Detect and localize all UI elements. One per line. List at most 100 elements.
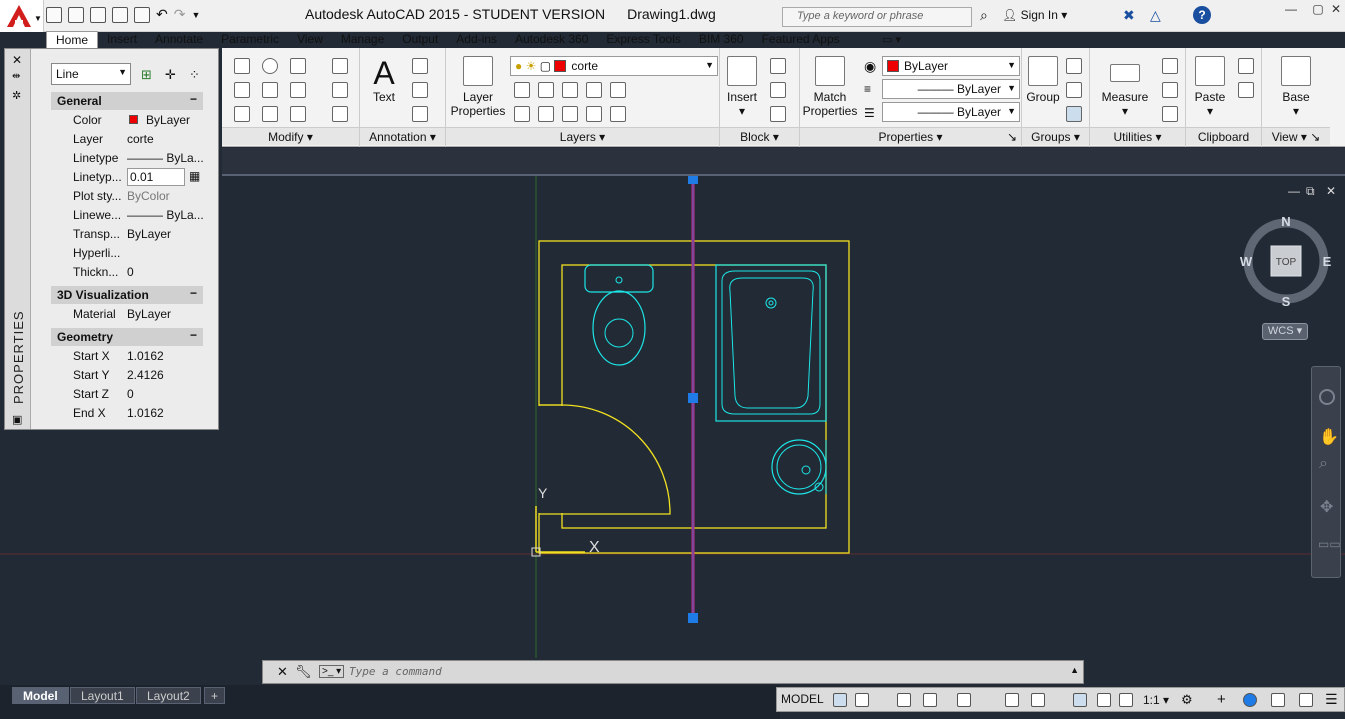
layer-lock-icon[interactable] [586, 82, 602, 98]
property-value[interactable]: ByColor [127, 189, 203, 203]
fillet-icon[interactable] [290, 82, 306, 98]
measure-button[interactable]: Measure ▾ [1096, 56, 1154, 118]
insert-button[interactable]: Insert ▾ [722, 56, 762, 118]
rotate-icon[interactable] [262, 58, 278, 74]
property-value[interactable]: 0 [127, 387, 203, 401]
property-value[interactable]: ByLayer [146, 113, 222, 127]
paste-button[interactable]: Paste ▾ [1190, 56, 1230, 118]
customization-menu-icon[interactable]: ☰ [1325, 691, 1338, 708]
property-row-linewe[interactable]: Linewe... ——— ByLa... [51, 206, 203, 225]
open-icon[interactable] [68, 6, 84, 23]
text-button[interactable]: A Text [368, 56, 400, 104]
erase-icon[interactable] [332, 58, 348, 74]
annotation-panel-title[interactable]: Annotation ▾ [360, 127, 445, 145]
property-row-transp[interactable]: Transp... ByLayer [51, 225, 203, 244]
property-row-plot-sty[interactable]: Plot sty... ByColor [51, 187, 203, 206]
layer-on-icon[interactable] [514, 106, 530, 122]
view-panel-title[interactable]: View ▾ ↘ [1262, 127, 1330, 145]
tab-express-tools[interactable]: Express Tools [597, 31, 689, 48]
edit-attributes-icon[interactable] [770, 106, 786, 122]
match-properties-button[interactable]: Match Properties [802, 56, 858, 118]
layer-unisolate-icon[interactable] [538, 106, 554, 122]
panel-options-icon[interactable]: ▭ ▾ [882, 33, 901, 46]
property-value[interactable]: 0.01 [127, 168, 185, 186]
move-icon[interactable] [234, 58, 250, 74]
steering-wheel-icon[interactable] [1319, 389, 1335, 405]
new-icon[interactable] [46, 6, 62, 23]
layers-panel-title[interactable]: Layers ▾ [446, 127, 719, 145]
utilities-panel-title[interactable]: Utilities ▾ [1090, 127, 1185, 145]
palette-settings-icon[interactable]: ✲ [12, 89, 21, 102]
grip-mid[interactable] [688, 393, 698, 403]
properties-panel-title[interactable]: Properties ▾ ↘ [800, 127, 1021, 145]
quick-select-icon[interactable]: ⁘ [189, 67, 200, 83]
toilet-tank[interactable] [584, 264, 654, 293]
layer-isolate-icon[interactable] [538, 82, 554, 98]
property-row-thickn[interactable]: Thickn... 0 [51, 263, 203, 282]
groups-panel-title[interactable]: Groups ▾ [1022, 127, 1089, 145]
tab-parametric[interactable]: Parametric [212, 31, 288, 48]
palette-close-icon[interactable]: ✕ [12, 53, 22, 67]
property-row-end-x[interactable]: End X 1.0162 [51, 404, 203, 423]
explode-icon[interactable] [332, 82, 348, 98]
tab-bim-360[interactable]: BIM 360 [690, 31, 753, 48]
viewport-restore-icon[interactable]: ⧉ [1306, 184, 1315, 199]
binoculars-icon[interactable]: ⌕ [980, 7, 988, 24]
property-row-linetyp[interactable]: Linetyp... ▦ 0.01 [51, 168, 203, 187]
property-row-color[interactable]: Color ByLayer [51, 111, 203, 130]
help-icon[interactable]: ? [1193, 6, 1211, 24]
trim-icon[interactable] [290, 58, 306, 74]
auto-scale-icon[interactable] [1097, 693, 1111, 707]
tab-add-ins[interactable]: Add-ins [447, 31, 506, 48]
copy-clip-icon[interactable] [1238, 82, 1254, 98]
copy-icon[interactable] [234, 82, 250, 98]
annotation-visibility-icon[interactable] [1073, 693, 1087, 707]
viewport-minimize-icon[interactable]: — [1288, 184, 1300, 198]
layer-unlock-icon[interactable] [586, 106, 602, 122]
annotation-monitor-icon[interactable]: + [1217, 691, 1226, 708]
tab-output[interactable]: Output [393, 31, 447, 48]
modify-panel-title[interactable]: Modify ▾ [222, 127, 359, 145]
toggle-pickadd-icon[interactable]: ⊞ [141, 67, 152, 83]
layer-freeze-icon[interactable] [562, 82, 578, 98]
tab-home[interactable]: Home [46, 31, 99, 48]
offset-icon[interactable] [332, 106, 348, 122]
tab-insert[interactable]: Insert [98, 31, 146, 48]
command-expand-icon[interactable]: ▲ [1070, 665, 1079, 675]
orbit-icon[interactable]: ✥ [1320, 497, 1333, 517]
save-as-icon[interactable] [112, 6, 128, 23]
group-edit-icon[interactable] [1066, 82, 1082, 98]
calculator-icon[interactable] [1162, 106, 1178, 122]
osnap-icon[interactable] [1031, 693, 1045, 707]
tab-autodesk-360[interactable]: Autodesk 360 [506, 31, 597, 48]
command-close-icon[interactable]: ✕ [277, 664, 288, 680]
edit-block-icon[interactable] [770, 82, 786, 98]
property-row-hyperli[interactable]: Hyperli... [51, 244, 203, 263]
ortho-icon[interactable] [897, 693, 911, 707]
viewport-close-icon[interactable]: ✕ [1326, 184, 1336, 198]
layer-off-icon[interactable] [514, 82, 530, 98]
select-objects-icon[interactable]: ✛ [165, 67, 176, 83]
layer-match-icon[interactable] [610, 82, 626, 98]
clean-screen-icon[interactable] [1299, 693, 1313, 707]
annotation-scale-icon[interactable] [1119, 693, 1133, 707]
dimension-icon[interactable] [412, 58, 428, 74]
base-button[interactable]: Base ▾ [1276, 56, 1316, 118]
layer-properties-button[interactable]: Layer Properties [450, 56, 506, 118]
leader-icon[interactable] [412, 82, 428, 98]
hardware-acceleration-icon[interactable] [1271, 693, 1285, 707]
polar-icon[interactable] [923, 693, 937, 707]
add-layout-button[interactable]: + [204, 687, 226, 704]
grip-start[interactable] [688, 176, 698, 184]
customize-qat-icon[interactable]: ▼ [191, 10, 200, 20]
save-icon[interactable] [90, 6, 106, 23]
a360-icon[interactable]: △ [1150, 7, 1161, 24]
tab-manage[interactable]: Manage [332, 31, 393, 48]
undo-icon[interactable]: ↶ [156, 6, 168, 23]
tab-view[interactable]: View [288, 31, 332, 48]
point-style-icon[interactable] [1162, 82, 1178, 98]
tab-layout1[interactable]: Layout1 [70, 687, 135, 704]
cut-icon[interactable] [1238, 58, 1254, 74]
mirror-icon[interactable] [262, 82, 278, 98]
lineweight-dropdown[interactable]: ——— ByLayer ▼ [882, 79, 1020, 99]
